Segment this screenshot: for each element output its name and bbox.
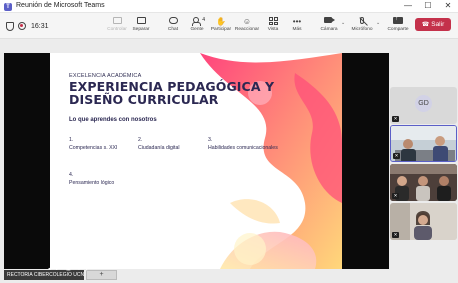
control-button[interactable]: Controlar — [104, 15, 130, 37]
participant-tile-gd[interactable]: GD ✕ — [390, 87, 457, 124]
fullscreen-icon[interactable]: ⤢ — [86, 265, 90, 273]
participant-video — [390, 203, 457, 240]
presentation-slide: EXCELENCIA ACADÉMICA EXPERIENCIA PEDAGÓG… — [50, 53, 342, 269]
slide-item-1: 1. Competencias s. XXI — [69, 137, 118, 151]
slide-item-3: 3. Habilidades comunicacionales — [208, 137, 278, 151]
add-button[interactable]: + — [86, 270, 117, 280]
mic-options-chevron-icon[interactable]: ⌄ — [376, 20, 380, 26]
separate-button[interactable]: Separar — [128, 15, 154, 37]
shield-icon[interactable] — [6, 21, 14, 31]
people-button[interactable]: 4 Gente — [184, 15, 210, 37]
chat-button[interactable]: Chat — [160, 15, 186, 37]
participant-video-tile[interactable]: ✕ — [390, 125, 457, 162]
prev-slide-icon[interactable]: ◂ — [48, 265, 51, 273]
chat-icon — [168, 17, 178, 26]
view-button[interactable]: Vista — [260, 15, 286, 37]
shared-screen[interactable]: EXCELENCIA ACADÉMICA EXPERIENCIA PEDAGÓG… — [4, 53, 389, 269]
participant-video-tile[interactable]: ✕ — [390, 164, 457, 201]
mic-off-icon: ✕ — [393, 153, 400, 159]
slide-item-4: 4. Pensamiento lógico — [69, 172, 115, 186]
mic-off-icon: ✕ — [392, 232, 399, 238]
recording-icon — [18, 22, 26, 30]
slide-subtitle: Lo que aprendes con nosotros — [69, 117, 157, 123]
mic-off-icon: ✕ — [392, 116, 399, 122]
camera-icon — [324, 17, 335, 26]
participant-video — [390, 164, 457, 201]
presenter-name-tag: RECTORIA CIBERCOLEGIO UCN — [4, 270, 84, 280]
leave-button[interactable]: ☎ Salir — [415, 18, 451, 31]
people-count-badge: 4 — [202, 17, 205, 23]
camera-button[interactable]: Cámara — [316, 15, 342, 37]
mic-off-icon: ✕ — [392, 193, 399, 199]
window-title: Reunión de Microsoft Teams — [16, 2, 105, 9]
raise-hand-button[interactable]: ✋ Participar — [208, 15, 234, 37]
avatar: GD — [415, 95, 432, 112]
share-icon — [393, 15, 403, 26]
meeting-toolbar: 16:31 Controlar Separar Chat 4 Gente ✋ P… — [0, 13, 458, 39]
camera-options-chevron-icon[interactable]: ⌄ — [341, 20, 345, 26]
participant-video — [391, 126, 456, 161]
meeting-info: 16:31 — [6, 20, 49, 32]
phone-hangup-icon: ☎ — [421, 22, 430, 28]
teams-logo-icon: T — [4, 3, 12, 11]
slides-grid-icon[interactable]: ▦ — [66, 265, 71, 273]
slide-item-2: 2. Ciudadanía digital — [138, 137, 180, 151]
hand-icon: ✋ — [216, 17, 226, 26]
react-button[interactable]: ☺ Reaccionar — [234, 15, 260, 37]
more-button[interactable]: ••• Más — [284, 15, 310, 37]
control-icon — [112, 17, 122, 26]
maximize-button[interactable]: ☐ — [420, 0, 436, 12]
grid-icon — [268, 17, 278, 26]
window-titlebar: T Reunión de Microsoft Teams — ☐ ✕ — [0, 0, 458, 13]
close-window-button[interactable]: ✕ — [440, 0, 456, 12]
microphone-button[interactable]: Micrófono — [349, 15, 375, 37]
next-slide-icon[interactable]: ▸ — [56, 265, 59, 273]
minimize-button[interactable]: — — [400, 0, 416, 12]
share-button[interactable]: Comparte — [385, 15, 411, 37]
more-dots-icon: ••• — [292, 17, 302, 26]
slide-title: EXPERIENCIA PEDAGÓGICA Y DISEÑO CURRICUL… — [69, 79, 275, 107]
smiley-icon: ☺ — [242, 17, 252, 26]
presenter-bar: RECTORIA CIBERCOLEGIO UCN + — [4, 270, 224, 281]
pop-out-icon — [136, 17, 146, 26]
pen-icon[interactable]: ✎ — [76, 265, 80, 273]
participant-video-tile[interactable]: ✕ — [390, 203, 457, 240]
people-icon: 4 — [192, 17, 205, 26]
meeting-timer: 16:31 — [31, 22, 49, 30]
mic-off-icon — [357, 17, 367, 26]
